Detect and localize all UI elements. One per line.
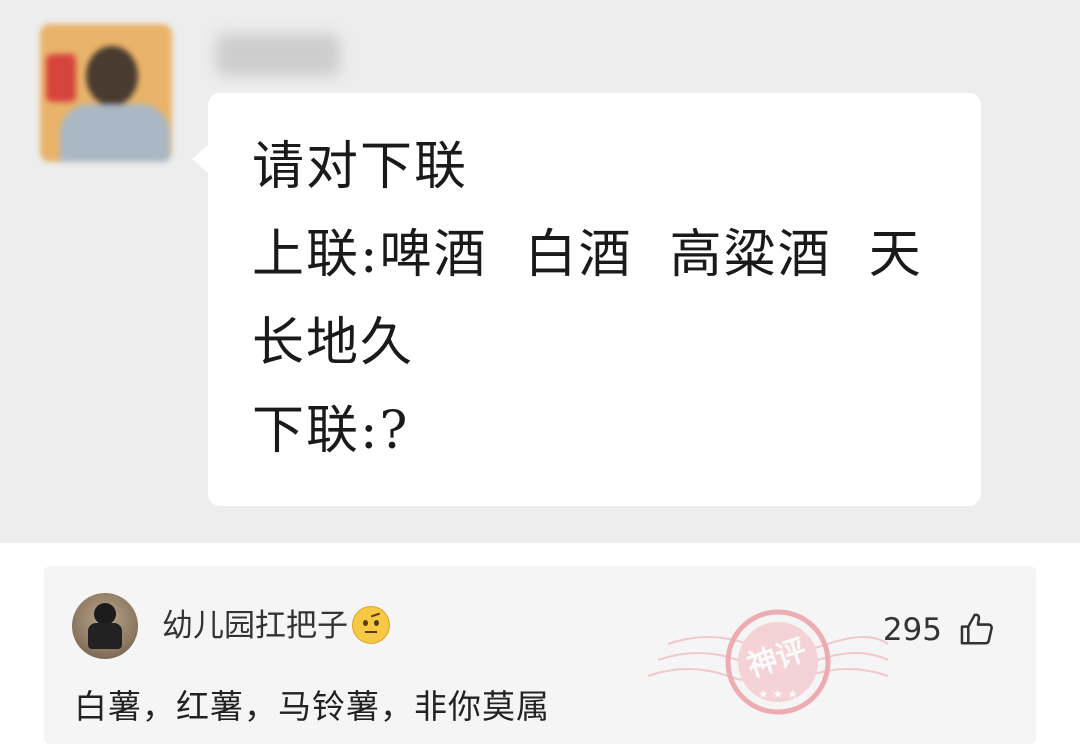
comment-text: 白薯，红薯，马铃薯，非你莫属: [74, 687, 550, 726]
message-line: 上联:啤酒 白酒 高粱酒 天: [252, 225, 923, 285]
message-bubble[interactable]: 请对下联 上联:啤酒 白酒 高粱酒 天 长地久 下联:?: [208, 93, 981, 506]
message-line: 请对下联: [252, 137, 469, 197]
thumbs-up-icon[interactable]: [958, 610, 996, 648]
commenter-username[interactable]: 幼儿园扛把子: [162, 608, 348, 644]
bubble-tail: [192, 144, 209, 174]
top-comment-card: 神评 ★ ★ ★ 幼儿园扛把子 295 白薯，红薯，马铃薯，非你莫属: [44, 566, 1036, 744]
god-comment-stamp-icon: 神评 ★ ★ ★: [648, 609, 888, 715]
commenter-avatar[interactable]: [72, 593, 138, 659]
like-count: 295: [882, 612, 942, 648]
message-line: 长地久: [252, 313, 415, 373]
commenter-name-row[interactable]: 幼儿园扛把子: [162, 605, 390, 646]
sender-avatar[interactable]: [40, 24, 172, 162]
chat-area: 请对下联 上联:啤酒 白酒 高粱酒 天 长地久 下联:?: [0, 0, 1080, 543]
message-line: 下联:?: [252, 401, 410, 461]
raised-eyebrow-face-icon: [352, 605, 390, 644]
svg-text:★ ★ ★: ★ ★ ★: [758, 687, 798, 701]
sender-name-blurred: [216, 34, 340, 76]
